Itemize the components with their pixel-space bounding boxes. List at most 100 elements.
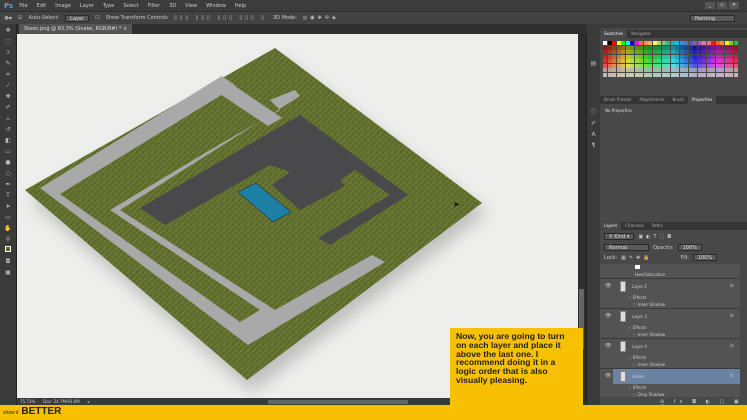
swatch[interactable] — [729, 59, 733, 63]
swatch[interactable] — [616, 45, 621, 50]
swatch[interactable] — [706, 54, 711, 59]
tab-swatches[interactable]: Swatches — [600, 30, 628, 38]
swatch[interactable] — [724, 50, 729, 54]
menu-3d[interactable]: 3D — [169, 3, 176, 9]
swatch[interactable] — [724, 41, 729, 45]
swatch[interactable] — [607, 54, 612, 59]
swatch[interactable] — [697, 41, 702, 45]
restore-button[interactable]: ▫ — [717, 2, 727, 9]
swatch[interactable] — [670, 59, 675, 63]
zoom-level[interactable]: 75.73% — [20, 399, 35, 404]
fill-input[interactable]: 100% — [692, 254, 718, 261]
zoom-tool-icon[interactable]: ⚲ — [4, 235, 13, 244]
swatch[interactable] — [630, 72, 634, 77]
swatch[interactable] — [657, 41, 661, 45]
swatch[interactable] — [711, 50, 715, 54]
swatch[interactable] — [733, 72, 738, 77]
swatch[interactable] — [666, 50, 670, 54]
swatch[interactable] — [630, 63, 634, 68]
swatch[interactable] — [688, 41, 693, 45]
swatch[interactable] — [616, 72, 621, 77]
swatch[interactable] — [679, 63, 684, 68]
layer-row[interactable]: 👁 Layer 2 fx ◌ Effects ◌ Inner Shadow — [600, 279, 740, 309]
swatch[interactable] — [733, 41, 738, 45]
swatch[interactable] — [693, 72, 697, 77]
swatch[interactable] — [733, 63, 738, 68]
menu-view[interactable]: View — [185, 3, 197, 9]
swatch[interactable] — [724, 54, 729, 59]
swatch[interactable] — [688, 68, 693, 72]
swatch[interactable] — [670, 45, 675, 50]
swatch[interactable] — [607, 45, 612, 50]
swatch[interactable] — [670, 68, 675, 72]
swatch[interactable] — [679, 72, 684, 77]
filter-icons[interactable]: ▣◐T⬚◘ — [638, 234, 674, 240]
swatch[interactable] — [684, 59, 688, 63]
swatch[interactable] — [688, 45, 693, 50]
swatch[interactable] — [670, 54, 675, 59]
swatch[interactable] — [630, 59, 634, 63]
swatch[interactable] — [706, 41, 711, 45]
tab-channels[interactable]: Channels — [621, 222, 648, 230]
swatch[interactable] — [666, 54, 670, 59]
swatch[interactable] — [670, 63, 675, 68]
hand-tool-icon[interactable]: ✋ — [4, 224, 13, 233]
swatch[interactable] — [697, 59, 702, 63]
menu-edit[interactable]: Edit — [37, 3, 47, 9]
swatch[interactable] — [715, 72, 720, 77]
swatch[interactable] — [625, 54, 630, 59]
swatch[interactable] — [616, 54, 621, 59]
swatch[interactable] — [733, 45, 738, 50]
fx-icon[interactable]: fx — [730, 313, 734, 318]
info-panel-icon[interactable]: ⓘ — [589, 108, 598, 117]
type-tool-icon[interactable]: T — [4, 191, 13, 200]
healing-tool-icon[interactable]: ✚ — [4, 92, 13, 101]
swatch[interactable] — [684, 50, 688, 54]
swatch[interactable] — [711, 45, 715, 50]
auto-select-dropdown[interactable]: Layer — [65, 14, 90, 22]
swatch[interactable] — [639, 68, 643, 72]
swatch[interactable] — [607, 72, 612, 77]
swatch[interactable] — [607, 59, 612, 63]
swatch[interactable] — [702, 59, 706, 63]
swatch[interactable] — [706, 72, 711, 77]
swatch[interactable] — [679, 50, 684, 54]
swatch[interactable] — [697, 45, 702, 50]
swatch[interactable] — [675, 50, 679, 54]
character-panel-icon[interactable]: A — [589, 130, 598, 139]
swatch[interactable] — [657, 45, 661, 50]
swatch[interactable] — [666, 59, 670, 63]
dodge-tool-icon[interactable]: ○ — [4, 169, 13, 178]
swatch[interactable] — [652, 63, 657, 68]
swatch[interactable] — [715, 45, 720, 50]
swatch[interactable] — [648, 68, 652, 72]
menu-filter[interactable]: Filter — [148, 3, 160, 9]
swatch[interactable] — [720, 63, 724, 68]
swatch[interactable] — [621, 68, 625, 72]
menu-layer[interactable]: Layer — [80, 3, 94, 9]
swatch[interactable] — [639, 41, 643, 45]
swatch[interactable] — [693, 45, 697, 50]
swatch[interactable] — [729, 68, 733, 72]
clone-stamp-tool-icon[interactable]: ⊥ — [4, 114, 13, 123]
menu-file[interactable]: File — [19, 3, 27, 9]
swatch[interactable] — [652, 50, 657, 54]
swatch[interactable] — [634, 41, 639, 45]
swatch[interactable] — [715, 68, 720, 72]
menu-image[interactable]: Image — [55, 3, 71, 9]
swatch[interactable] — [720, 68, 724, 72]
visibility-eye-icon[interactable]: 👁 — [605, 343, 611, 349]
swatch[interactable] — [612, 68, 616, 72]
swatch[interactable] — [697, 72, 702, 77]
swatch[interactable] — [702, 63, 706, 68]
swatch[interactable] — [715, 59, 720, 63]
swatch[interactable] — [684, 41, 688, 45]
swatch[interactable] — [630, 41, 634, 45]
menu-help[interactable]: Help — [235, 3, 246, 9]
eraser-tool-icon[interactable]: ◧ — [4, 136, 13, 145]
swatch[interactable] — [661, 68, 666, 72]
swatch[interactable] — [657, 54, 661, 59]
close-button[interactable]: ✕ — [729, 2, 739, 9]
swatch[interactable] — [706, 50, 711, 54]
swatch[interactable] — [621, 45, 625, 50]
